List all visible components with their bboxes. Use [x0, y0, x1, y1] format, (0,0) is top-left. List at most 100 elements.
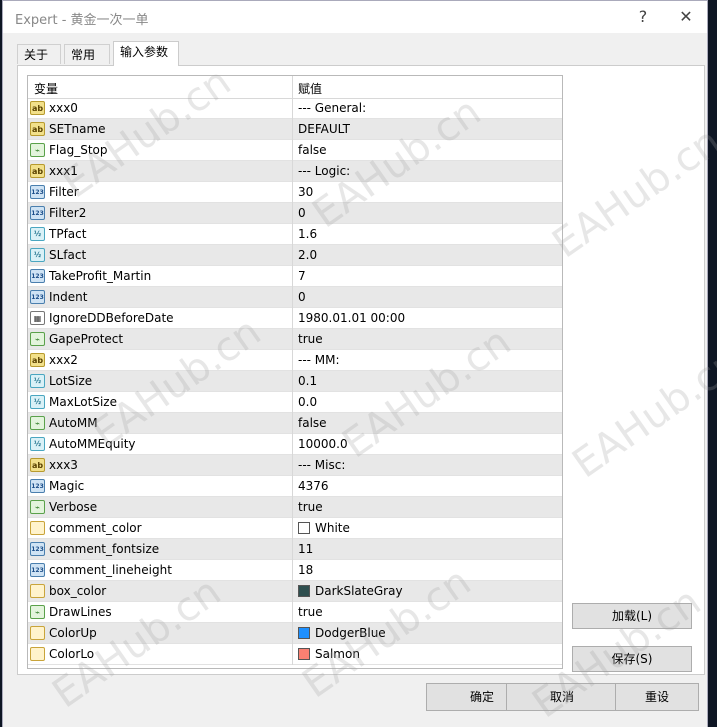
color-swatch — [298, 585, 310, 597]
table-row[interactable]: 123 Filter2 0 — [28, 203, 562, 224]
table-row[interactable]: ½ AutoMMEquity 10000.0 — [28, 434, 562, 455]
bool-type-icon: ⌁ — [30, 416, 45, 430]
table-row[interactable]: ab xxx2 --- MM: — [28, 350, 562, 371]
integer-type-icon: 123 — [30, 185, 45, 199]
bottom-button-bar: 确定 取消 重设 — [3, 675, 707, 727]
table-row[interactable]: 123 comment_fontsize 11 — [28, 539, 562, 560]
table-row[interactable]: ½ SLfact 2.0 — [28, 245, 562, 266]
parameter-value[interactable]: 2.0 — [298, 248, 317, 262]
column-separator — [292, 455, 293, 476]
parameter-value[interactable]: 1.6 — [298, 227, 317, 241]
integer-type-icon: 123 — [30, 563, 45, 577]
parameter-name: xxx1 — [49, 164, 78, 178]
table-row[interactable]: ⌁ GapeProtect true — [28, 329, 562, 350]
parameter-name: xxx3 — [49, 458, 78, 472]
table-row[interactable]: ⌁ AutoMM false — [28, 413, 562, 434]
parameter-name: Flag_Stop — [49, 143, 108, 157]
column-separator — [292, 350, 293, 371]
color-swatch — [298, 522, 310, 534]
parameter-value[interactable]: false — [298, 416, 327, 430]
column-separator — [292, 476, 293, 497]
parameter-name: comment_color — [49, 521, 142, 535]
table-row[interactable]: ColorLo Salmon — [28, 644, 562, 665]
close-button[interactable]: ✕ — [670, 5, 702, 29]
column-separator — [292, 224, 293, 245]
string-type-icon: ab — [30, 353, 45, 367]
column-separator — [292, 497, 293, 518]
parameter-value[interactable]: false — [298, 143, 327, 157]
table-row[interactable]: ⌁ Flag_Stop false — [28, 140, 562, 161]
parameter-name: SETname — [49, 122, 106, 136]
parameter-name: Magic — [49, 479, 85, 493]
parameter-value[interactable]: --- Misc: — [298, 458, 345, 472]
parameter-value[interactable]: 1980.01.01 00:00 — [298, 311, 405, 325]
parameter-value[interactable]: DEFAULT — [298, 122, 350, 136]
parameter-value[interactable]: --- General: — [298, 101, 366, 115]
table-row[interactable]: comment_color White — [28, 518, 562, 539]
save-button[interactable]: 保存(S) — [572, 646, 692, 672]
color-type-icon — [30, 521, 45, 535]
parameter-value[interactable]: 18 — [298, 563, 313, 577]
title-bar: Expert - 黄金一次一单 ? ✕ — [3, 1, 707, 33]
parameter-value[interactable]: 10000.0 — [298, 437, 348, 451]
tab-common[interactable]: 常用 — [64, 44, 110, 64]
tab-inputs[interactable]: 输入参数 — [113, 41, 179, 66]
header-value[interactable]: 赋值 — [298, 80, 322, 97]
table-row[interactable]: box_color DarkSlateGray — [28, 581, 562, 602]
parameter-name: LotSize — [49, 374, 93, 388]
table-row[interactable]: ColorUp DodgerBlue — [28, 623, 562, 644]
help-button[interactable]: ? — [627, 5, 659, 29]
table-row[interactable]: 123 comment_lineheight 18 — [28, 560, 562, 581]
parameter-value[interactable]: White — [315, 521, 350, 535]
parameter-value[interactable]: --- MM: — [298, 353, 340, 367]
parameter-value[interactable]: 7 — [298, 269, 306, 283]
table-row[interactable]: ⌁ Verbose true — [28, 497, 562, 518]
column-separator — [292, 329, 293, 350]
reset-button[interactable]: 重设 — [615, 683, 699, 711]
bool-type-icon: ⌁ — [30, 143, 45, 157]
table-header: 变量 赋值 — [28, 76, 562, 99]
parameter-value[interactable]: Salmon — [315, 647, 360, 661]
string-type-icon: ab — [30, 101, 45, 115]
parameter-value[interactable]: true — [298, 500, 323, 514]
table-row[interactable]: ½ MaxLotSize 0.0 — [28, 392, 562, 413]
parameter-value[interactable]: 30 — [298, 185, 313, 199]
parameter-value[interactable]: DodgerBlue — [315, 626, 386, 640]
column-separator — [292, 203, 293, 224]
double-type-icon: ½ — [30, 248, 45, 262]
table-row[interactable]: ▦ IgnoreDDBeforeDate 1980.01.01 00:00 — [28, 308, 562, 329]
table-row[interactable]: ab xxx3 --- Misc: — [28, 455, 562, 476]
parameter-name: IgnoreDDBeforeDate — [49, 311, 174, 325]
load-button[interactable]: 加载(L) — [572, 603, 692, 629]
parameter-value[interactable]: 0 — [298, 290, 306, 304]
table-row[interactable]: ⌁ DrawLines true — [28, 602, 562, 623]
parameter-name: ColorUp — [49, 626, 97, 640]
tab-about[interactable]: 关于 — [17, 44, 61, 64]
parameter-value[interactable]: 11 — [298, 542, 313, 556]
table-row[interactable]: ½ LotSize 0.1 — [28, 371, 562, 392]
table-row[interactable]: 123 Magic 4376 — [28, 476, 562, 497]
table-row[interactable]: ab xxx1 --- Logic: — [28, 161, 562, 182]
header-variable[interactable]: 变量 — [34, 80, 58, 97]
parameter-value[interactable]: 0.1 — [298, 374, 317, 388]
table-row[interactable]: 123 Indent 0 — [28, 287, 562, 308]
parameter-value[interactable]: true — [298, 332, 323, 346]
table-row[interactable]: ab SETname DEFAULT — [28, 119, 562, 140]
parameter-value[interactable]: 0 — [298, 206, 306, 220]
parameter-name: TakeProfit_Martin — [49, 269, 152, 283]
parameter-value[interactable]: 4376 — [298, 479, 329, 493]
table-row[interactable]: ½ TPfact 1.6 — [28, 224, 562, 245]
parameter-name: DrawLines — [49, 605, 112, 619]
parameter-value[interactable]: true — [298, 605, 323, 619]
parameter-value[interactable]: --- Logic: — [298, 164, 350, 178]
color-type-icon — [30, 626, 45, 640]
parameter-value[interactable]: DarkSlateGray — [315, 584, 403, 598]
table-row[interactable]: 123 TakeProfit_Martin 7 — [28, 266, 562, 287]
column-separator — [292, 119, 293, 140]
column-separator — [292, 602, 293, 623]
parameter-value[interactable]: 0.0 — [298, 395, 317, 409]
table-row[interactable]: ab xxx0 --- General: — [28, 98, 562, 119]
cancel-button[interactable]: 取消 — [506, 683, 618, 711]
parameter-name: GapeProtect — [49, 332, 124, 346]
table-row[interactable]: 123 Filter 30 — [28, 182, 562, 203]
